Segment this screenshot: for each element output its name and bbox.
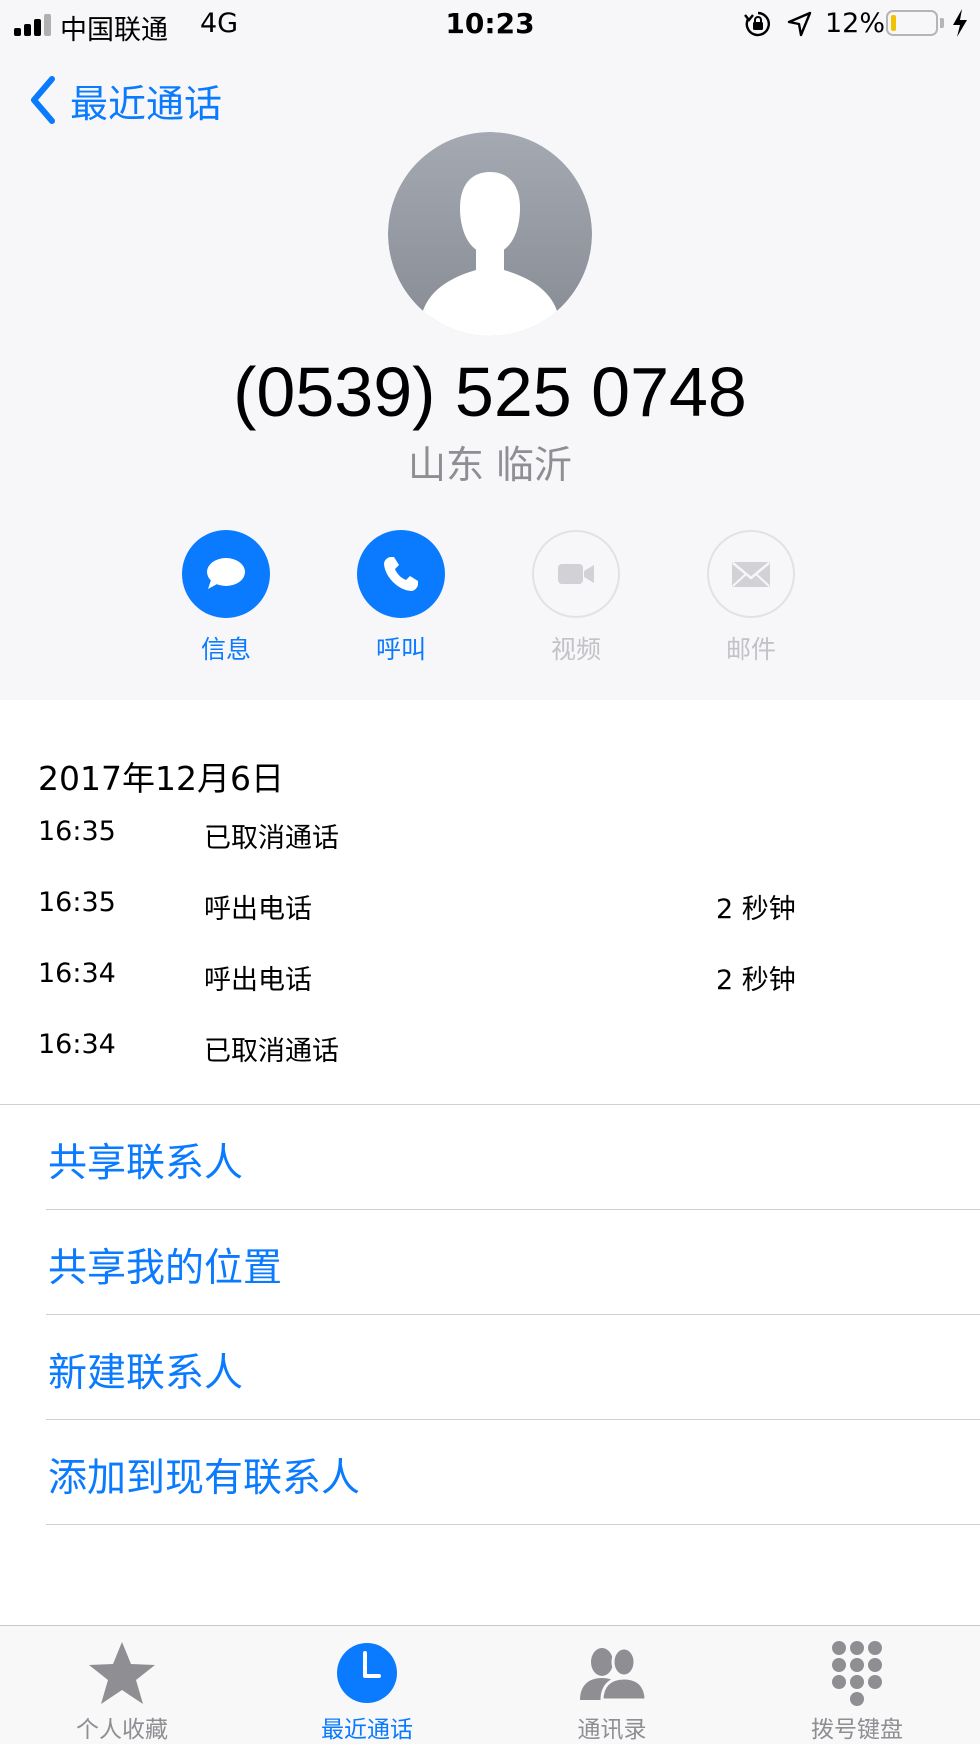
- call-time: 16:34: [38, 958, 116, 989]
- call-time: 16:35: [38, 816, 116, 847]
- add-to-existing-contact-option[interactable]: 添加到现有联系人: [0, 1421, 980, 1525]
- share-location-label: 共享我的位置: [48, 1246, 283, 1291]
- video-label: 视频: [550, 635, 601, 664]
- row-separator: [46, 1314, 980, 1315]
- call-label: 呼叫: [375, 635, 426, 664]
- back-label: 最近通话: [70, 81, 223, 126]
- share-contact-label: 共享联系人: [48, 1141, 244, 1186]
- message-icon: [207, 558, 245, 589]
- message-button-circle: [182, 530, 270, 618]
- call-history-row: 16:34 已取消通话: [0, 1017, 980, 1077]
- battery-icon: [886, 10, 938, 36]
- phone-icon: [384, 557, 418, 591]
- battery-nub: [940, 18, 944, 28]
- call-history-row: 16:35 已取消通话: [0, 804, 980, 864]
- call-duration: 2 秒钟: [716, 965, 796, 996]
- history-date: 2017年12月6日: [38, 759, 284, 798]
- mail-label: 邮件: [725, 635, 776, 664]
- contact-avatar: [388, 132, 592, 336]
- contact-actions: 信息 呼叫 视频 邮件: [0, 530, 980, 670]
- charging-bolt-icon: [953, 9, 967, 37]
- share-contact-option[interactable]: 共享联系人: [0, 1106, 980, 1210]
- call-history-row: 16:34 呼出电话 2 秒钟: [0, 946, 980, 1006]
- tab-label: 最近通话: [321, 1717, 413, 1743]
- battery-fill: [891, 15, 896, 31]
- call-type: 已取消通话: [204, 823, 339, 854]
- add-to-existing-contact-label: 添加到现有联系人: [48, 1456, 361, 1501]
- chevron-left-icon: [31, 76, 55, 124]
- row-separator: [46, 1524, 980, 1525]
- tab-label: 拨号键盘: [811, 1717, 903, 1743]
- call-time: 16:34: [38, 1029, 116, 1060]
- call-type: 已取消通话: [204, 1036, 339, 1067]
- tab-label: 个人收藏: [76, 1717, 168, 1743]
- call-button[interactable]: 呼叫: [341, 530, 461, 666]
- phone-number: (0539) 525 0748: [233, 353, 747, 431]
- create-contact-option[interactable]: 新建联系人: [0, 1316, 980, 1420]
- tab-bar: 个人收藏 最近通话 通讯录 拨号键盘: [0, 1625, 980, 1744]
- tab-keypad[interactable]: 拨号键盘: [757, 1626, 957, 1744]
- share-location-option[interactable]: 共享我的位置: [0, 1211, 980, 1315]
- mail-button[interactable]: 邮件: [691, 530, 811, 666]
- tab-label: 通讯录: [577, 1717, 647, 1743]
- person-silhouette-icon: [388, 132, 592, 336]
- status-bar: 中国联通 4G 10:23 12%: [0, 0, 980, 50]
- keypad-icon: [832, 1641, 882, 1706]
- call-history-row: 16:35 呼出电话 2 秒钟: [0, 875, 980, 935]
- clock-icon: [337, 1643, 397, 1703]
- call-time: 16:35: [38, 887, 116, 918]
- call-type: 呼出电话: [204, 894, 312, 925]
- create-contact-label: 新建联系人: [48, 1351, 244, 1396]
- tab-favorites[interactable]: 个人收藏: [22, 1626, 222, 1744]
- message-button[interactable]: 信息: [166, 530, 286, 666]
- tab-contacts[interactable]: 通讯录: [512, 1626, 712, 1744]
- call-type: 呼出电话: [204, 965, 312, 996]
- section-divider: [0, 1104, 980, 1105]
- row-separator: [46, 1419, 980, 1420]
- star-icon: [89, 1642, 155, 1704]
- call-button-circle: [357, 530, 445, 618]
- location-arrow-icon: [787, 11, 812, 37]
- back-button[interactable]: 最近通话: [28, 72, 222, 128]
- contacts-icon: [580, 1646, 648, 1702]
- mail-button-circle: [707, 530, 795, 618]
- row-separator: [46, 1209, 980, 1210]
- video-icon: [558, 564, 594, 584]
- video-button-circle: [532, 530, 620, 618]
- caller-location: 山东 临沂: [407, 443, 573, 487]
- message-label: 信息: [200, 635, 251, 664]
- rotation-lock-icon: [744, 11, 770, 37]
- mail-icon: [732, 562, 770, 587]
- battery-percentage: 12%: [825, 8, 886, 39]
- video-button[interactable]: 视频: [516, 530, 636, 666]
- tab-recents[interactable]: 最近通话: [267, 1626, 467, 1744]
- call-duration: 2 秒钟: [716, 894, 796, 925]
